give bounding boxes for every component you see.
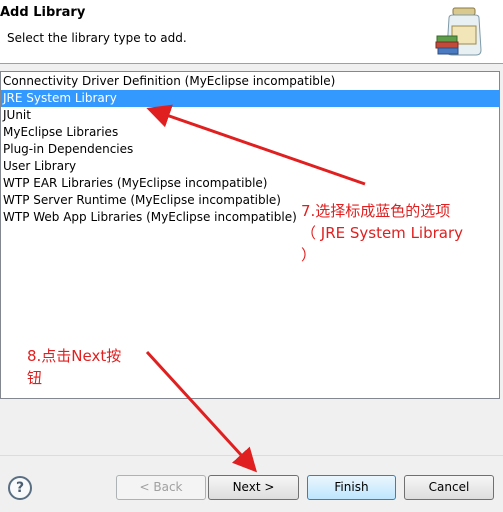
step-8-line-1: 8.点击Next按 <box>27 347 122 365</box>
list-item-plugin-dependencies[interactable]: Plug-in Dependencies <box>1 141 499 158</box>
list-item-wtp-ear-libraries[interactable]: WTP EAR Libraries (MyEclipse incompatibl… <box>1 175 499 192</box>
dialog-header: Add Library Select the library type to a… <box>0 0 503 64</box>
step-8-line-2: 钮 <box>27 369 43 387</box>
cancel-button[interactable]: Cancel <box>404 475 494 500</box>
back-button[interactable]: < Back <box>116 475 206 500</box>
list-item-junit[interactable]: JUnit <box>1 107 499 124</box>
list-item-user-library[interactable]: User Library <box>1 158 499 175</box>
step-7-annotation: 7.选择标成蓝色的选项 （ JRE System Library ） <box>301 200 501 266</box>
step-8-annotation: 8.点击Next按 钮 <box>27 345 137 389</box>
list-item-connectivity-driver[interactable]: Connectivity Driver Definition (MyEclips… <box>1 73 499 90</box>
step-7-line-1: 7.选择标成蓝色的选项 <box>301 202 451 220</box>
footer-separator <box>0 455 503 456</box>
list-item-myeclipse-libraries[interactable]: MyEclipse Libraries <box>1 124 499 141</box>
help-button[interactable]: ? <box>8 476 32 500</box>
dialog-subtitle: Select the library type to add. <box>7 31 187 45</box>
step-7-line-2: （ JRE System Library <box>301 224 464 242</box>
dialog-title: Add Library <box>0 5 86 20</box>
list-item-jre-system-library[interactable]: JRE System Library <box>1 90 499 107</box>
next-button[interactable]: Next > <box>208 475 299 500</box>
step-7-line-3: ） <box>301 246 317 264</box>
finish-button[interactable]: Finish <box>307 475 396 500</box>
library-jar-icon <box>435 7 482 56</box>
